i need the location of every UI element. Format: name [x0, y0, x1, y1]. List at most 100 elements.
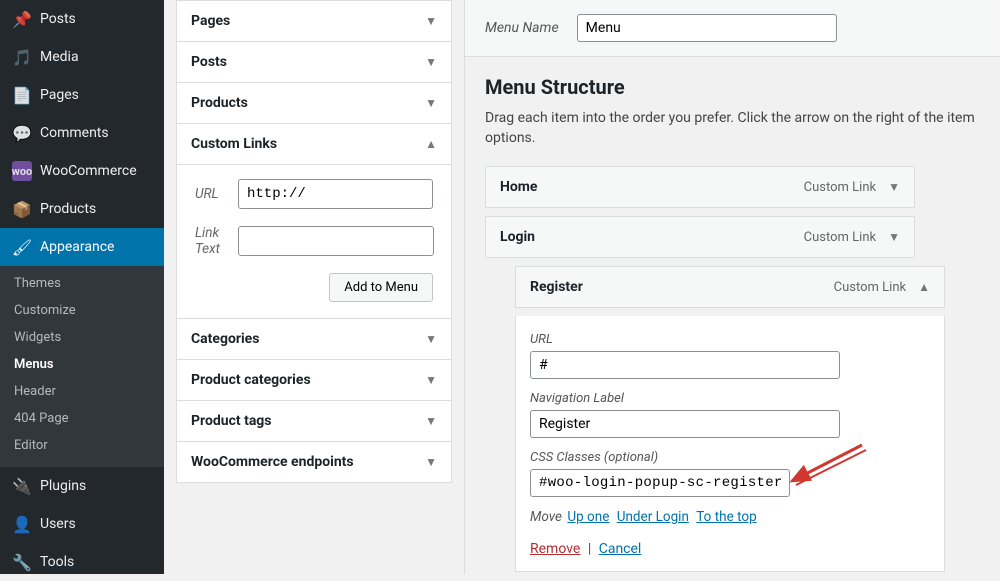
custom-link-text-input[interactable] [238, 226, 434, 256]
move-under-login-link[interactable]: Under Login [617, 509, 689, 525]
accordion-product-tags[interactable]: Product tags ▼ [176, 400, 452, 442]
annotation-arrow-icon [782, 441, 872, 491]
sidebar-subitem-widgets[interactable]: Widgets [0, 324, 164, 351]
css-classes-input[interactable] [530, 469, 790, 497]
plugin-icon: 🔌 [12, 476, 32, 496]
sidebar-item-label: WooCommerce [40, 163, 137, 179]
chevron-down-icon: ▼ [425, 373, 437, 387]
sidebar-item-label: Appearance [40, 239, 114, 255]
url-input[interactable] [530, 351, 840, 379]
remove-link[interactable]: Remove [530, 541, 580, 557]
comment-icon: 💬 [12, 123, 32, 143]
menu-structure-title: Menu Structure [485, 75, 980, 99]
navigation-label-input[interactable] [530, 410, 840, 438]
sidebar-subitem-header[interactable]: Header [0, 378, 164, 405]
chevron-down-icon: ▼ [425, 455, 437, 469]
chevron-up-icon: ▲ [425, 137, 437, 151]
wrench-icon: 🔧 [12, 552, 32, 572]
cancel-link[interactable]: Cancel [599, 541, 642, 557]
menu-item-type: Custom Link [804, 230, 876, 245]
custom-link-url-label: URL [195, 186, 220, 202]
sidebar-submenu-appearance: Themes Customize Widgets Menus Header 40… [0, 266, 164, 467]
sidebar-subitem-editor[interactable]: Editor [0, 432, 164, 459]
sidebar-item-comments[interactable]: 💬 Comments [0, 114, 164, 152]
add-menu-items-panel: Pages ▼ Posts ▼ Products ▼ Custom Links ▲ U… [164, 0, 464, 574]
accordion-custom-links: Custom Links ▲ URL Link Text Add to Menu [176, 123, 452, 319]
sidebar-subitem-customize[interactable]: Customize [0, 297, 164, 324]
url-label: URL [530, 332, 930, 347]
accordion-title: Custom Links [191, 136, 277, 152]
sidebar-item-users[interactable]: 👤 Users [0, 505, 164, 543]
sidebar-item-pages[interactable]: 📄 Pages [0, 76, 164, 114]
menu-structure-desc: Drag each item into the order you prefer… [485, 109, 980, 148]
menu-item-title: Login [500, 229, 535, 245]
sidebar-item-label: Posts [40, 11, 76, 27]
accordion-title: Products [191, 95, 248, 111]
move-to-top-link[interactable]: To the top [696, 509, 756, 525]
accordion-title: Posts [191, 54, 227, 70]
menu-item-home[interactable]: Home Custom Link ▼ [485, 166, 915, 208]
accordion-pages[interactable]: Pages ▼ [176, 0, 452, 42]
accordion-woo-endpoints[interactable]: WooCommerce endpoints ▼ [176, 441, 452, 483]
menu-item-title: Register [530, 279, 583, 295]
sidebar-item-tools[interactable]: 🔧 Tools [0, 543, 164, 581]
sidebar-item-posts[interactable]: 📌 Posts [0, 0, 164, 38]
menu-item-login[interactable]: Login Custom Link ▼ [485, 216, 915, 258]
sidebar-item-label: Plugins [40, 478, 86, 494]
sidebar-item-label: Tools [40, 554, 74, 570]
menu-item-type: Custom Link [834, 280, 906, 295]
menu-name-label: Menu Name [485, 20, 559, 36]
sidebar-subitem-menus[interactable]: Menus [0, 351, 164, 378]
accordion-title: Categories [191, 331, 259, 347]
chevron-down-icon[interactable]: ▼ [888, 180, 900, 194]
sidebar-item-label: Media [40, 49, 79, 65]
move-up-one-link[interactable]: Up one [567, 509, 609, 525]
sidebar-item-woocommerce[interactable]: woo WooCommerce [0, 152, 164, 190]
separator: | [588, 541, 591, 557]
chevron-down-icon: ▼ [425, 414, 437, 428]
menu-item-register-settings: URL Navigation Label CSS Classes (option… [515, 316, 945, 572]
accordion-posts[interactable]: Posts ▼ [176, 41, 452, 83]
menu-structure-panel: Menu Name Menu Structure Drag each item … [464, 0, 1000, 574]
move-label: Move [530, 509, 562, 525]
user-icon: 👤 [12, 514, 32, 534]
accordion-title: Product categories [191, 372, 311, 388]
custom-link-url-input[interactable] [238, 179, 433, 209]
custom-link-text-label: Link Text [195, 225, 220, 257]
accordion-title: Pages [191, 13, 230, 29]
sidebar-item-media[interactable]: 🎵 Media [0, 38, 164, 76]
accordion-title: WooCommerce endpoints [191, 454, 354, 470]
accordion-products[interactable]: Products ▼ [176, 82, 452, 124]
sidebar-item-appearance[interactable]: 🖌 Appearance [0, 228, 164, 266]
sidebar-subitem-404[interactable]: 404 Page [0, 405, 164, 432]
sidebar-subitem-themes[interactable]: Themes [0, 270, 164, 297]
menu-item-register[interactable]: Register Custom Link ▲ [515, 266, 945, 308]
sidebar-item-label: Comments [40, 125, 109, 141]
add-to-menu-button[interactable]: Add to Menu [329, 273, 433, 302]
css-classes-label: CSS Classes (optional) [530, 450, 930, 465]
accordion-categories[interactable]: Categories ▼ [176, 318, 452, 360]
admin-sidebar: 📌 Posts 🎵 Media 📄 Pages 💬 Comments woo W… [0, 0, 164, 574]
sidebar-item-label: Pages [40, 87, 79, 103]
chevron-down-icon: ▼ [425, 96, 437, 110]
box-icon: 📦 [12, 199, 32, 219]
sidebar-item-plugins[interactable]: 🔌 Plugins [0, 467, 164, 505]
woocommerce-icon: woo [12, 161, 32, 181]
media-icon: 🎵 [12, 47, 32, 67]
sidebar-item-products[interactable]: 📦 Products [0, 190, 164, 228]
accordion-custom-links-header[interactable]: Custom Links ▲ [177, 124, 451, 164]
pushpin-icon: 📌 [12, 9, 32, 29]
chevron-down-icon: ▼ [425, 55, 437, 69]
chevron-down-icon: ▼ [425, 332, 437, 346]
chevron-up-icon[interactable]: ▲ [918, 280, 930, 294]
pages-icon: 📄 [12, 85, 32, 105]
accordion-title: Product tags [191, 413, 272, 429]
navigation-label-label: Navigation Label [530, 391, 930, 406]
chevron-down-icon: ▼ [425, 14, 437, 28]
brush-icon: 🖌 [12, 237, 32, 257]
menu-item-type: Custom Link [804, 180, 876, 195]
menu-name-input[interactable] [577, 14, 837, 42]
chevron-down-icon[interactable]: ▼ [888, 230, 900, 244]
accordion-product-categories[interactable]: Product categories ▼ [176, 359, 452, 401]
sidebar-item-label: Products [40, 201, 96, 217]
